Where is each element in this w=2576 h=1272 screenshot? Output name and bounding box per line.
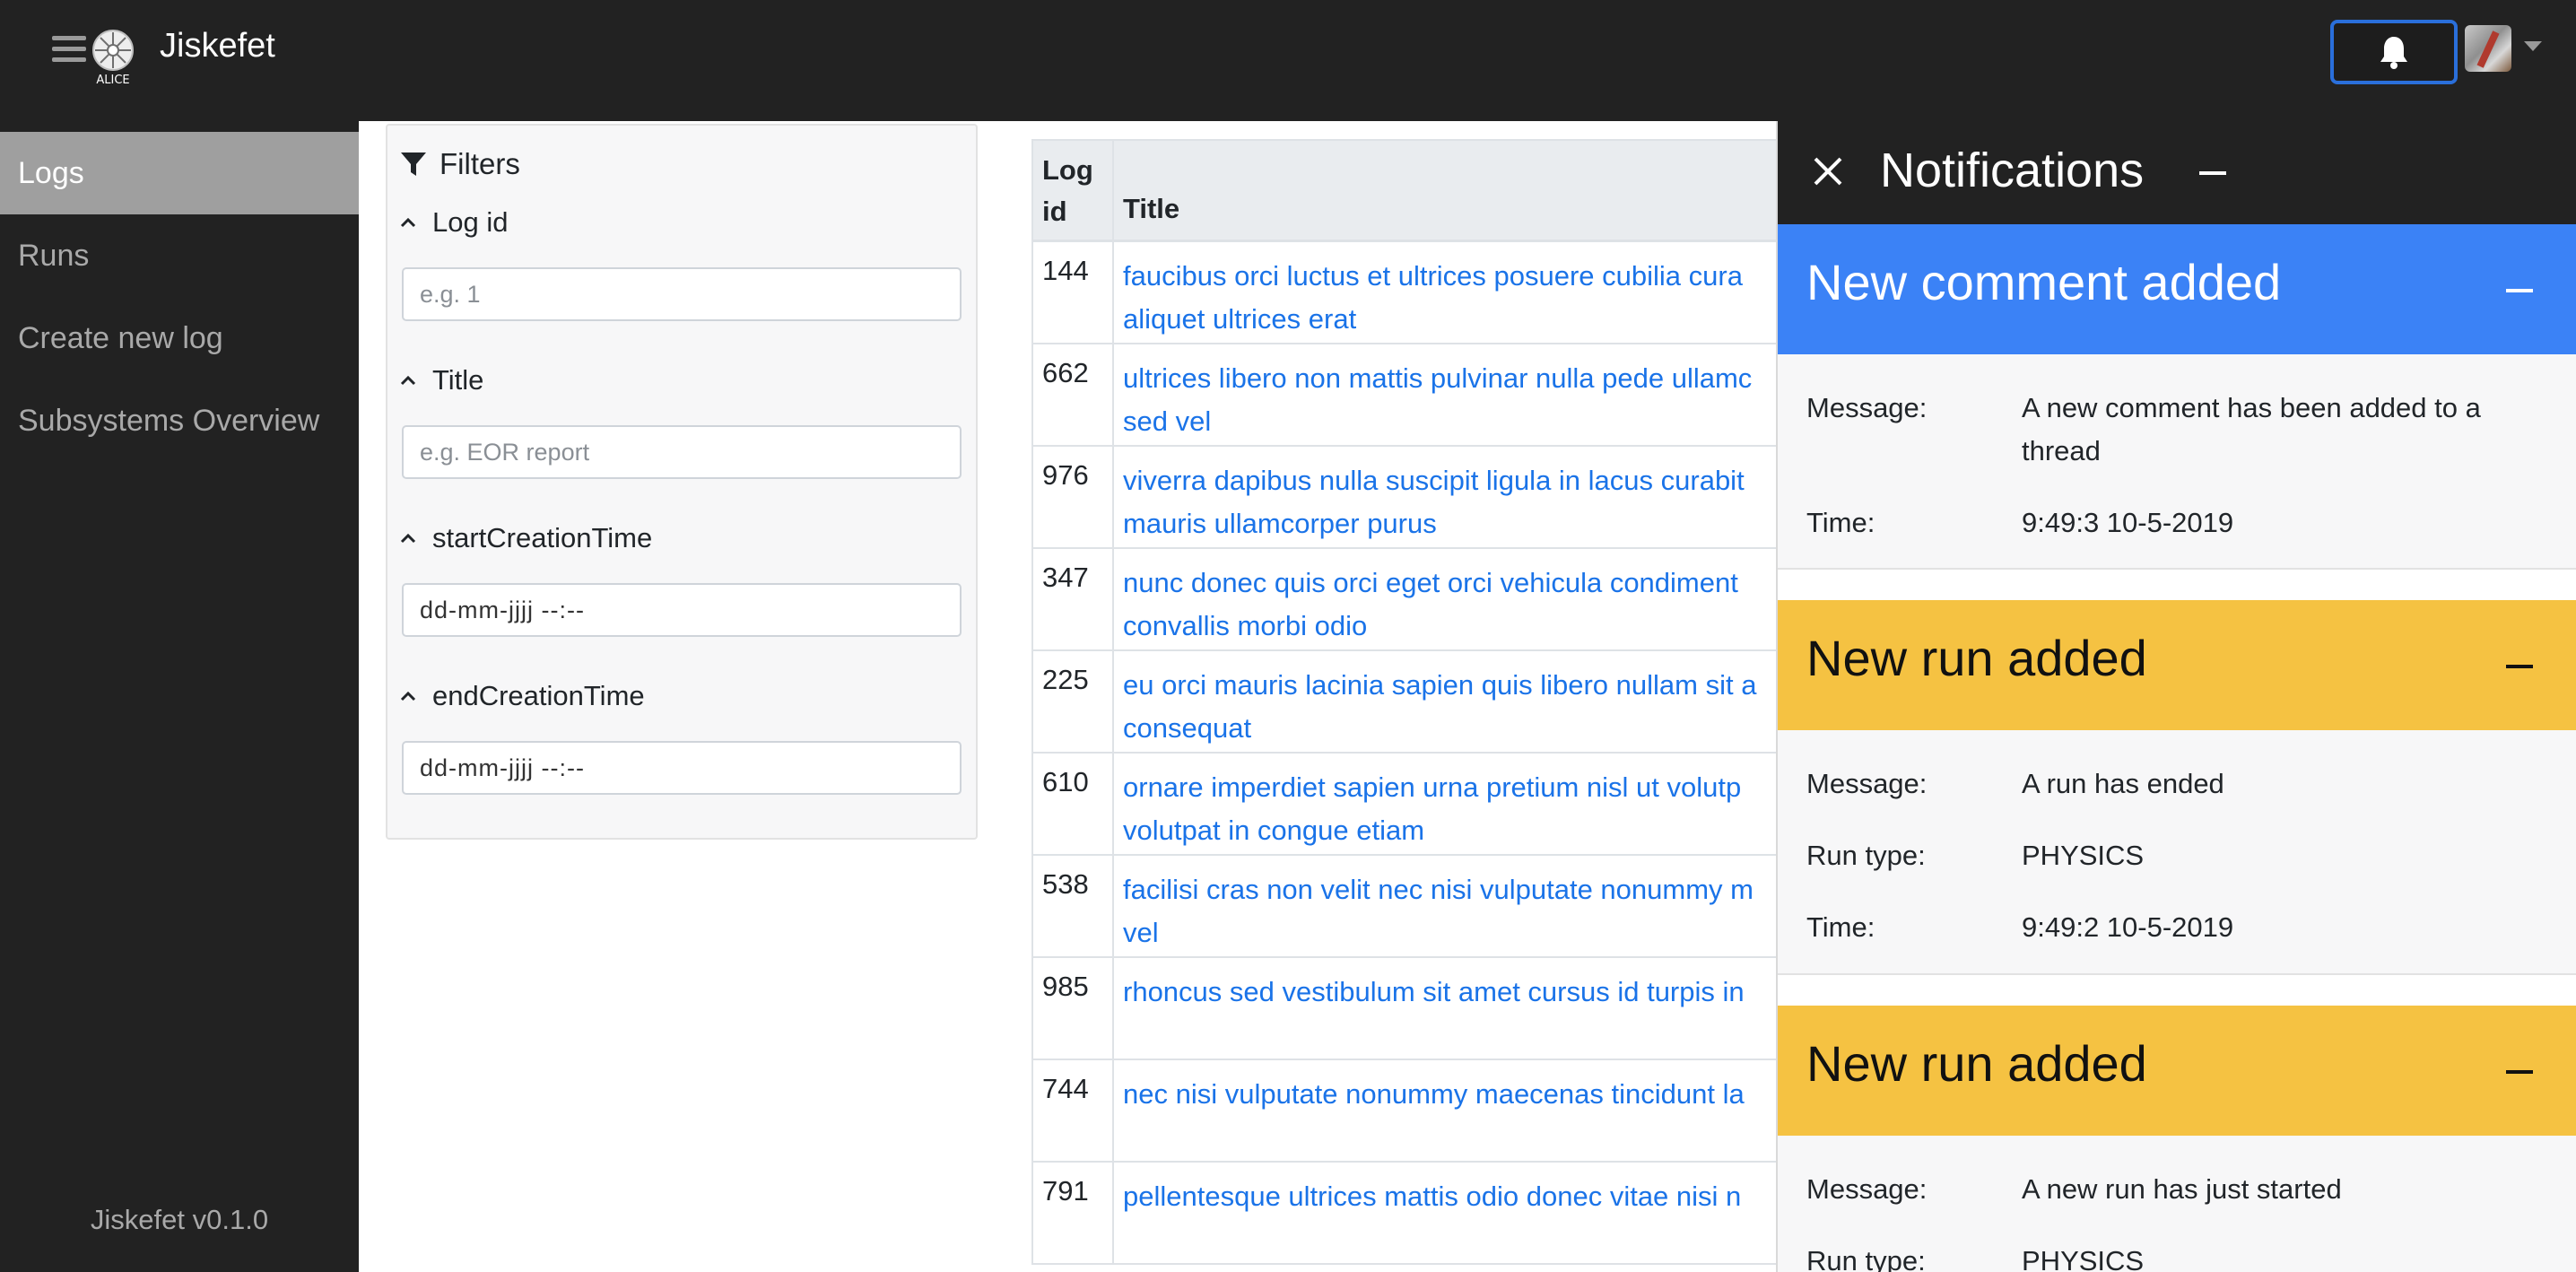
notifications-title: Notifications (1880, 144, 2145, 197)
message-row: Message: A new comment has been added to … (1806, 392, 2481, 466)
log-id-cell: 976 (1033, 447, 1114, 547)
log-id-cell: 985 (1033, 958, 1114, 1059)
notifications-button[interactable] (2330, 20, 2458, 84)
user-menu-chevron-down-icon[interactable] (2524, 41, 2542, 51)
notification-card-header[interactable]: New comment added (1778, 224, 2576, 354)
log-id-cell: 791 (1033, 1163, 1114, 1263)
svg-text:ALICE: ALICE (96, 74, 129, 86)
run-type-row: Run type: PHYSICS (1806, 1245, 2145, 1272)
sidebar-item-create-new-log[interactable]: Create new log (0, 297, 359, 379)
app-version: Jiskefet v0.1.0 (90, 1204, 269, 1235)
notification-card: New comment added Message: A new comment … (1778, 224, 2576, 570)
log-id-cell: 538 (1033, 856, 1114, 956)
alice-logo: ALICE (88, 27, 138, 87)
log-id-cell: 744 (1033, 1060, 1114, 1161)
end-creation-time-input[interactable] (402, 741, 962, 795)
filter-toggle-title[interactable]: Title (400, 364, 483, 396)
notifications-header: Notifications (1778, 121, 2576, 224)
notification-title: New comment added (1806, 254, 2282, 310)
bell-icon (2380, 37, 2407, 69)
notification-title: New run added (1806, 1035, 2147, 1092)
sidebar-item-runs[interactable]: Runs (0, 214, 359, 297)
filter-toggle-end-creation-time[interactable]: endCreationTime (400, 680, 645, 712)
notification-title: New run added (1806, 630, 2147, 686)
filters-panel: Filters Log id Title startCreationTime e… (386, 124, 978, 840)
notifications-panel: Notifications New comment added Message:… (1776, 121, 2576, 1272)
log-id-cell: 347 (1033, 549, 1114, 649)
hamburger-menu-icon[interactable] (52, 36, 86, 63)
chevron-up-icon (400, 691, 416, 701)
filter-toggle-log-id[interactable]: Log id (400, 206, 508, 239)
filter-icon (401, 152, 426, 176)
notification-body: Message: A new comment has been added to … (1778, 354, 2576, 570)
title-filter-label: Title (432, 364, 484, 396)
notification-body: Message: A new run has just started Run t… (1778, 1136, 2576, 1272)
column-header-log-id[interactable]: Log id (1033, 141, 1114, 240)
app-title[interactable]: Jiskefet (160, 27, 275, 65)
title-input[interactable] (402, 425, 962, 479)
chevron-up-icon (400, 375, 416, 386)
start-creation-time-label: startCreationTime (432, 522, 653, 553)
log-id-input[interactable] (402, 267, 962, 321)
time-row: Time: 9:49:3 10-5-2019 (1806, 507, 2234, 538)
sidebar-item-subsystems-overview[interactable]: Subsystems Overview (0, 379, 359, 462)
sidebar: Logs Runs Create new log Subsystems Over… (0, 121, 359, 1272)
minimize-icon[interactable] (2199, 171, 2226, 175)
log-id-cell: 662 (1033, 344, 1114, 445)
filter-toggle-start-creation-time[interactable]: startCreationTime (400, 522, 652, 554)
close-icon[interactable] (1810, 153, 1846, 189)
time-row: Time: 9:49:2 10-5-2019 (1806, 911, 2234, 943)
message-row: Message: A new run has just started (1806, 1173, 2342, 1205)
user-avatar[interactable] (2465, 25, 2511, 72)
filters-heading: Filters (400, 147, 520, 181)
log-id-cell: 225 (1033, 651, 1114, 752)
top-navbar: ALICE Jiskefet (0, 0, 2576, 121)
collapse-icon[interactable] (2506, 665, 2533, 668)
end-creation-time-label: endCreationTime (432, 680, 645, 711)
collapse-icon[interactable] (2506, 289, 2533, 292)
notification-card-header[interactable]: New run added (1778, 600, 2576, 730)
collapse-icon[interactable] (2506, 1070, 2533, 1074)
notification-card: New run added Message: A new run has just… (1778, 1006, 2576, 1272)
notification-body: Message: A run has ended Run type: PHYSICS… (1778, 730, 2576, 975)
notification-card: New run added Message: A run has ended Ru… (1778, 600, 2576, 975)
log-id-label: Log id (432, 206, 509, 238)
run-type-row: Run type: PHYSICS (1806, 840, 2145, 871)
start-creation-time-input[interactable] (402, 583, 962, 637)
notification-card-header[interactable]: New run added (1778, 1006, 2576, 1136)
log-id-cell: 144 (1033, 242, 1114, 343)
chevron-up-icon (400, 217, 416, 228)
message-row: Message: A run has ended (1806, 768, 2224, 799)
log-id-cell: 610 (1033, 754, 1114, 854)
chevron-up-icon (400, 533, 416, 544)
sidebar-item-logs[interactable]: Logs (0, 132, 359, 214)
filters-title: Filters (439, 147, 520, 180)
